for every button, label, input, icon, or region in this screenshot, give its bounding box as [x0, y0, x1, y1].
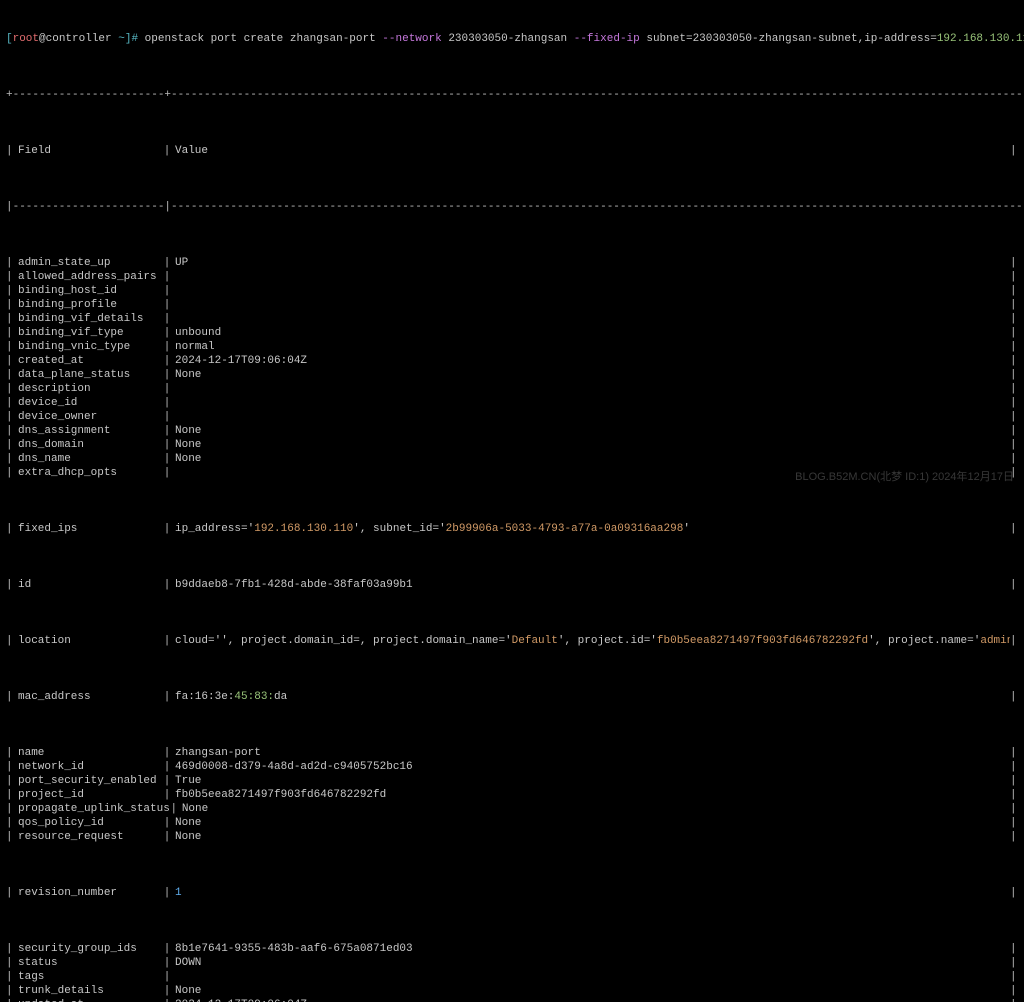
table-border-top: +-----------------------+---------------… [6, 88, 1018, 102]
table-row: |name|zhangsan-port| [6, 746, 1018, 760]
table-row: |dns_assignment|None| [6, 424, 1018, 438]
table-row: |dns_domain|None| [6, 438, 1018, 452]
row-mac: |mac_address|fa:16:3e:45:83:da| [6, 690, 1018, 704]
table-row: |project_id|fb0b5eea8271497f903fd6467822… [6, 788, 1018, 802]
table-row: |data_plane_status|None| [6, 368, 1018, 382]
table-row: |binding_vif_type|unbound| [6, 326, 1018, 340]
table-row: |binding_host_id|| [6, 284, 1018, 298]
table-row: |device_owner|| [6, 410, 1018, 424]
table-row: |device_id|| [6, 396, 1018, 410]
table-row: |status|DOWN| [6, 956, 1018, 970]
table-row: |binding_vnic_type|normal| [6, 340, 1018, 354]
table-row: |trunk_details|None| [6, 984, 1018, 998]
row-location: |location|cloud='', project.domain_id=, … [6, 634, 1018, 648]
table-row: |created_at|2024-12-17T09:06:04Z| [6, 354, 1018, 368]
table-row: |binding_vif_details|| [6, 312, 1018, 326]
table-header: |Field|Value| [6, 144, 1018, 158]
table-row: |propagate_uplink_status|None| [6, 802, 1018, 816]
command-line-1: [root@controller ~]# openstack port crea… [6, 32, 1018, 46]
table-row: |port_security_enabled|True| [6, 774, 1018, 788]
table-row: |tags|| [6, 970, 1018, 984]
watermark: BLOG.B52M.CN(北梦 ID:1) 2024年12月17日 [795, 470, 1014, 484]
table-row: |admin_state_up|UP| [6, 256, 1018, 270]
table-row: |qos_policy_id|None| [6, 816, 1018, 830]
table-body-3: |security_group_ids|8b1e7641-9355-483b-a… [6, 942, 1018, 1002]
table-row: |allowed_address_pairs|| [6, 270, 1018, 284]
table-body-2: |name|zhangsan-port||network_id|469d0008… [6, 746, 1018, 844]
table-row: |resource_request|None| [6, 830, 1018, 844]
row-fixed-ips: |fixed_ips|ip_address='192.168.130.110',… [6, 522, 1018, 536]
table-row: |updated_at|2024-12-17T09:06:04Z| [6, 998, 1018, 1002]
table-row: |network_id|469d0008-d379-4a8d-ad2d-c940… [6, 760, 1018, 774]
table-body-1: |admin_state_up|UP||allowed_address_pair… [6, 256, 1018, 480]
terminal[interactable]: [root@controller ~]# openstack port crea… [0, 0, 1024, 1002]
table-row: |security_group_ids|8b1e7641-9355-483b-a… [6, 942, 1018, 956]
table-border-header: |-----------------------|---------------… [6, 200, 1018, 214]
row-revision: |revision_number|1| [6, 886, 1018, 900]
table-row: |dns_name|None| [6, 452, 1018, 466]
table-row: |description|| [6, 382, 1018, 396]
row-id: |id|b9ddaeb8-7fb1-428d-abde-38faf03a99b1… [6, 578, 1018, 592]
table-row: |binding_profile|| [6, 298, 1018, 312]
